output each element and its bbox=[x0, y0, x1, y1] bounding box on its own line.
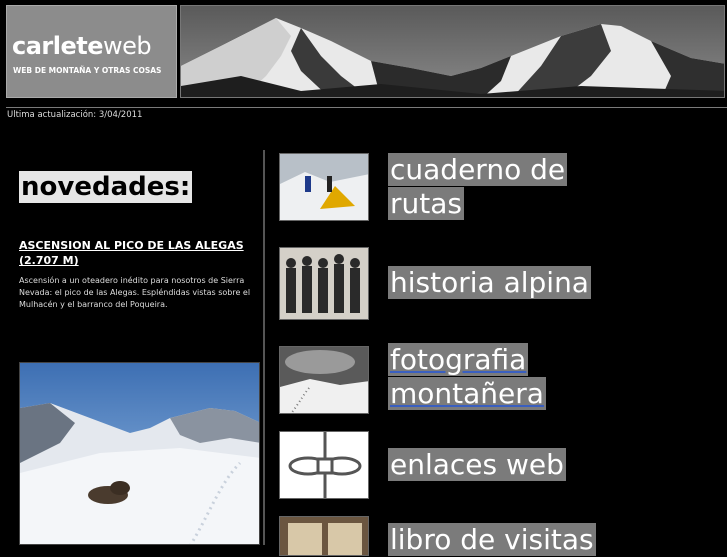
news-description: Ascensión a un oteadero inédito para nos… bbox=[19, 276, 251, 309]
section-link-historia[interactable]: historia alpina bbox=[388, 266, 591, 300]
section-link-rutas[interactable]: cuaderno de rutas bbox=[388, 153, 568, 221]
logo-title: carleteweb bbox=[12, 32, 152, 60]
news-heading: novedades: bbox=[19, 171, 193, 203]
section-link-enlaces[interactable]: enlaces web bbox=[388, 448, 566, 482]
header-divider bbox=[6, 107, 727, 108]
section-link-fotografia[interactable]: fotografia montañera bbox=[388, 343, 546, 411]
news-article-photo[interactable] bbox=[19, 362, 260, 545]
last-update-text: Ultima actualización: 3/04/2011 bbox=[7, 110, 143, 120]
site-logo[interactable]: carleteweb WEB DE MONTAÑA Y OTRAS COSAS bbox=[6, 5, 177, 98]
section-thumb-fotografia[interactable] bbox=[279, 346, 369, 414]
section-thumb-visitas[interactable] bbox=[279, 516, 369, 556]
section-link-visitas[interactable]: libro de visitas bbox=[388, 523, 596, 557]
section-thumb-historia[interactable] bbox=[279, 247, 369, 320]
column-divider bbox=[263, 150, 265, 545]
section-thumb-enlaces[interactable] bbox=[279, 431, 369, 499]
logo-subtitle: WEB DE MONTAÑA Y OTRAS COSAS bbox=[13, 66, 162, 75]
news-article-link[interactable]: ASCENSION AL PICO DE LAS ALEGAS (2.707 M… bbox=[19, 238, 264, 268]
section-thumb-rutas[interactable] bbox=[279, 153, 369, 221]
header-banner-photo bbox=[180, 5, 725, 98]
